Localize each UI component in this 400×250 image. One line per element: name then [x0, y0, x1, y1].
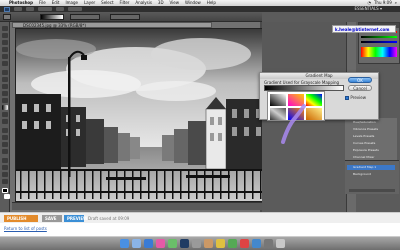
- eyedropper-tool-icon[interactable]: [2, 61, 8, 66]
- app-icon[interactable]: [228, 239, 237, 248]
- hand-tool-icon[interactable]: [2, 172, 8, 177]
- trash-icon[interactable]: [276, 239, 285, 248]
- marquee-tool-icon[interactable]: [2, 33, 8, 38]
- annotation-scribble: [281, 104, 306, 144]
- document-photo[interactable]: [15, 28, 263, 202]
- gradient-map-dialog: Gradient Map Gradient Used for Grayscale…: [259, 72, 379, 121]
- green-slider[interactable]: [361, 36, 397, 38]
- clone-stamp-tool-icon[interactable]: [2, 84, 8, 89]
- arrange-documents-button[interactable]: [56, 7, 64, 11]
- page-footer: [0, 223, 400, 236]
- photoshop-logo-icon: [4, 6, 10, 12]
- adjustment-exposure-presets[interactable]: Exposure Presets: [347, 148, 395, 153]
- app-icon[interactable]: [204, 239, 213, 248]
- notes-icon[interactable]: [216, 239, 225, 248]
- tools-panel: [0, 22, 10, 234]
- adjustment-hue-saturation[interactable]: Hue/Saturation: [347, 120, 395, 125]
- layer-gradient-map[interactable]: Gradient Map 1: [347, 165, 395, 170]
- adjustment-levels-presets[interactable]: Levels Presets: [347, 134, 395, 139]
- preferences-icon[interactable]: [192, 239, 201, 248]
- type-tool-icon[interactable]: [2, 135, 8, 140]
- history-brush-tool-icon[interactable]: [2, 91, 8, 96]
- browser-icon[interactable]: [144, 239, 153, 248]
- finder-icon[interactable]: [120, 239, 129, 248]
- ok-button[interactable]: OK: [348, 77, 372, 83]
- screen-mode-dropdown[interactable]: [68, 7, 82, 11]
- photoshop-icon[interactable]: [180, 239, 189, 248]
- blogger-post-bar: PUBLISH POST SAVE NOW PREVIEW Draft save…: [0, 212, 400, 228]
- preview-button[interactable]: PREVIEW: [64, 215, 87, 222]
- publish-post-button[interactable]: PUBLISH POST: [4, 215, 38, 228]
- healing-brush-tool-icon[interactable]: [2, 70, 8, 75]
- app-icon[interactable]: [264, 239, 273, 248]
- preview-label: Preview: [350, 95, 366, 100]
- tool-preset-picker[interactable]: [3, 14, 11, 20]
- return-to-posts-link[interactable]: Return to list of posts: [4, 226, 47, 231]
- document-status-bar: [12, 202, 262, 210]
- preview-checkbox[interactable]: Preview: [345, 95, 366, 100]
- gradient-picker[interactable]: [40, 14, 64, 20]
- adjustment-vibrance-presets[interactable]: Vibrance Presets: [347, 127, 395, 132]
- mail-icon[interactable]: [132, 239, 141, 248]
- zoom-dropdown[interactable]: [38, 7, 52, 11]
- app-icon[interactable]: [252, 239, 261, 248]
- preview-checkbox-box[interactable]: [345, 95, 350, 100]
- save-now-button[interactable]: SAVE NOW: [42, 215, 62, 228]
- itunes-icon[interactable]: [156, 239, 165, 248]
- mode-dropdown[interactable]: [70, 14, 100, 20]
- blue-slider[interactable]: [361, 41, 397, 43]
- color-spectrum-bar[interactable]: [361, 47, 397, 57]
- quick-select-tool-icon[interactable]: [2, 47, 8, 52]
- brush-tool-icon[interactable]: [2, 77, 8, 82]
- email-address-field[interactable]: k.heale@btinternet.com: [332, 25, 396, 33]
- 3d-camera-tool-icon[interactable]: [2, 165, 8, 170]
- adjustment-curves-presets[interactable]: Curves Presets: [347, 141, 395, 146]
- path-selection-tool-icon[interactable]: [2, 142, 8, 147]
- blur-tool-icon[interactable]: [2, 112, 8, 117]
- opacity-field[interactable]: [110, 14, 140, 20]
- gradient-tool-icon[interactable]: [2, 105, 8, 110]
- app-icon[interactable]: [240, 239, 249, 248]
- dodge-tool-icon[interactable]: [2, 119, 8, 124]
- crop-tool-icon[interactable]: [2, 54, 8, 59]
- layers-panel-footer-buttons[interactable]: [349, 189, 395, 192]
- foreground-color-swatch[interactable]: [2, 188, 8, 193]
- 3d-rotate-tool-icon[interactable]: [2, 158, 8, 163]
- bridge-button[interactable]: [14, 7, 22, 11]
- eraser-tool-icon[interactable]: [2, 98, 8, 103]
- pen-tool-icon[interactable]: [2, 128, 8, 133]
- cancel-button[interactable]: Cancel: [348, 85, 372, 91]
- iphoto-icon[interactable]: [168, 239, 177, 248]
- layer-background[interactable]: Background: [347, 172, 395, 177]
- move-tool-icon[interactable]: [2, 26, 8, 31]
- draft-status-text: Draft saved at 09:09: [88, 216, 130, 221]
- mac-dock: [0, 236, 400, 250]
- lasso-tool-icon[interactable]: [2, 40, 8, 45]
- zoom-tool-icon[interactable]: [2, 179, 8, 184]
- shape-tool-icon[interactable]: [2, 149, 8, 154]
- layers-panel: Gradient Map 1 Background: [345, 160, 399, 194]
- street-photo-image: [16, 29, 262, 201]
- minibridge-button[interactable]: [26, 7, 34, 11]
